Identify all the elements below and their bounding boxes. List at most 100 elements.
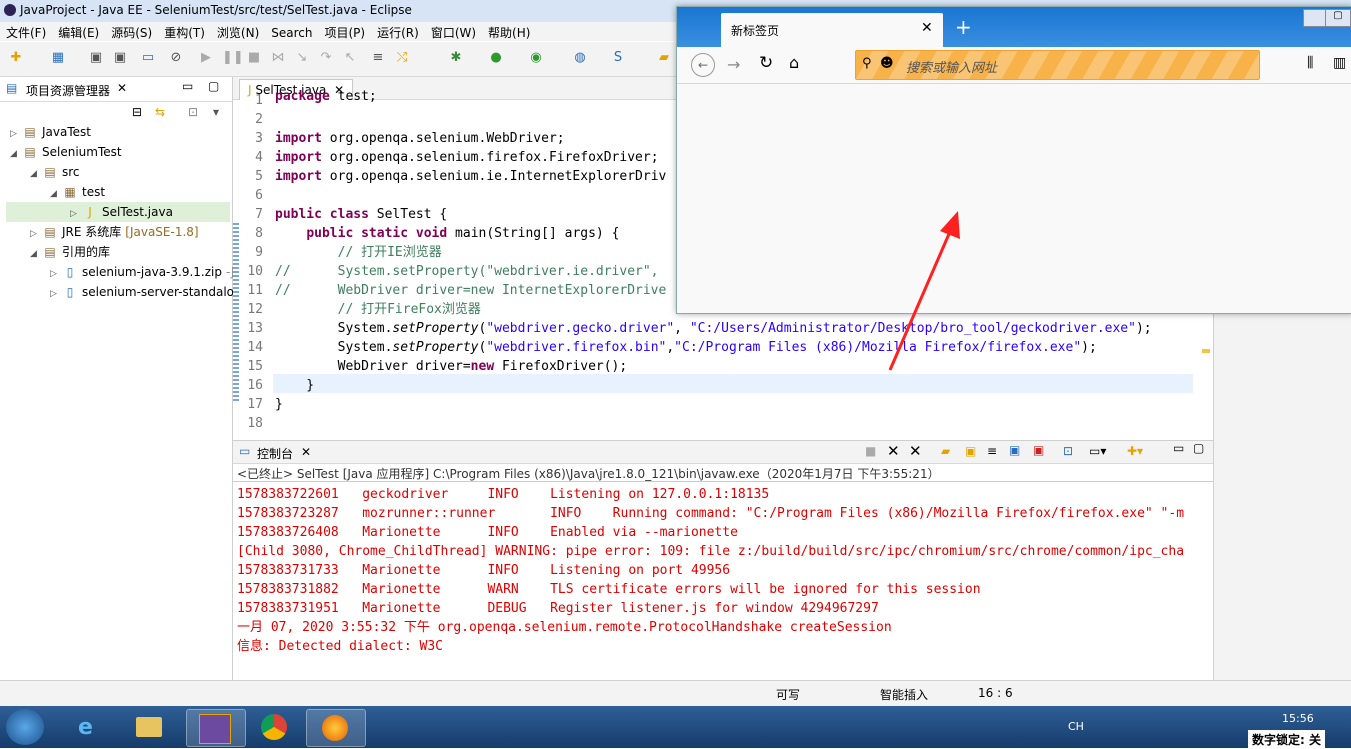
disconnect-icon[interactable]: ⋈ xyxy=(270,50,286,66)
search-s-icon[interactable]: S xyxy=(610,50,626,66)
menu-item[interactable]: 项目(P) xyxy=(319,22,372,43)
tree-item[interactable]: ◢ ▤ SeleniumTest xyxy=(6,142,230,162)
collapse-all-icon[interactable]: ⊟ xyxy=(132,105,142,119)
minimize-icon[interactable]: ▭ xyxy=(182,79,193,93)
remove-launch-icon[interactable]: ✕ xyxy=(887,442,900,460)
reload-icon[interactable]: ↻ xyxy=(759,53,773,73)
clock[interactable]: 15:56 xyxy=(1282,712,1314,725)
scroll-lock-icon[interactable]: ▣ xyxy=(965,444,976,458)
shuffle-icon[interactable]: ⤭ xyxy=(394,50,410,66)
expand-arrow-icon[interactable]: ◢ xyxy=(50,184,62,204)
code-line[interactable]: public static void main(String[] args) { xyxy=(275,224,619,243)
code-line[interactable]: package test; xyxy=(275,87,377,106)
close-icon[interactable]: ✕ xyxy=(117,81,127,95)
back-icon[interactable]: ← xyxy=(691,53,715,77)
minimize-window-button[interactable] xyxy=(1303,9,1327,27)
focus-icon[interactable]: ⊡ xyxy=(188,105,198,119)
show-stdout-icon[interactable]: ▣ xyxy=(1009,443,1020,457)
expand-arrow-icon[interactable]: ▷ xyxy=(70,204,82,224)
step-over-icon[interactable]: ↷ xyxy=(318,50,334,66)
maximize-icon[interactable]: ▢ xyxy=(1193,441,1204,455)
menu-item[interactable]: 文件(F) xyxy=(0,22,52,43)
pin-console-icon[interactable]: ⊡ xyxy=(1063,444,1073,458)
code-line[interactable]: System.setProperty("webdriver.gecko.driv… xyxy=(275,319,1152,338)
tree-item[interactable]: ▷ ▯ selenium-server-standalo xyxy=(6,282,234,304)
new-wizard-icon[interactable]: ▦ xyxy=(50,50,66,66)
menu-item[interactable]: 浏览(N) xyxy=(211,22,265,43)
code-line[interactable]: // 打开IE浏览器 xyxy=(275,243,442,262)
sidebar-icon[interactable]: ▥ xyxy=(1333,55,1346,71)
list-icon[interactable]: ≡ xyxy=(370,50,386,66)
code-line[interactable]: import org.openqa.selenium.firefox.Firef… xyxy=(275,148,659,167)
save-all-icon[interactable]: ▣ xyxy=(112,50,128,66)
expand-arrow-icon[interactable]: ◢ xyxy=(10,144,22,164)
expand-arrow-icon[interactable]: ◢ xyxy=(30,244,42,264)
terminate-icon[interactable]: ■ xyxy=(865,444,876,458)
tree-item[interactable]: ▷ J SelTest.java xyxy=(6,202,230,222)
close-icon[interactable]: ✕ xyxy=(301,445,311,459)
code-line[interactable]: System.setProperty("webdriver.firefox.bi… xyxy=(275,338,1097,357)
expand-arrow-icon[interactable]: ▷ xyxy=(10,124,22,144)
task-explorer[interactable] xyxy=(120,709,178,745)
task-chrome[interactable] xyxy=(246,709,304,745)
expand-arrow-icon[interactable]: ▷ xyxy=(30,224,42,244)
code-line[interactable]: } xyxy=(275,376,314,395)
tree-item[interactable]: ◢ ▦ test xyxy=(6,182,230,202)
tree-item[interactable]: ▷ ▤ JRE 系统库 [JavaSE-1.8] xyxy=(6,222,230,242)
menu-item[interactable]: 运行(R) xyxy=(371,22,425,43)
coverage-icon[interactable]: ◉ xyxy=(528,50,544,66)
task-ie[interactable]: e xyxy=(60,709,118,745)
display-console-icon[interactable]: ▭▾ xyxy=(1089,444,1106,458)
maximize-icon[interactable]: ▢ xyxy=(208,79,219,93)
web-browser-icon[interactable]: ◍ xyxy=(572,50,588,66)
menu-item[interactable]: 源码(S) xyxy=(105,22,158,43)
save-icon[interactable]: ▣ xyxy=(88,50,104,66)
skip-breakpoints-icon[interactable]: ⊘ xyxy=(168,50,184,66)
tree-item[interactable]: ◢ ▤ 引用的库 xyxy=(6,242,230,262)
expand-arrow-icon[interactable]: ▷ xyxy=(50,264,62,284)
step-return-icon[interactable]: ↖ xyxy=(342,50,358,66)
menu-item[interactable]: 编辑(E) xyxy=(52,22,105,43)
new-icon[interactable]: ✚ xyxy=(8,50,24,66)
word-wrap-icon[interactable]: ≡ xyxy=(987,444,997,458)
home-icon[interactable]: ⌂ xyxy=(789,53,799,72)
start-button[interactable] xyxy=(6,709,44,745)
step-into-icon[interactable]: ↘ xyxy=(294,50,310,66)
suspend-icon[interactable]: ❚❚ xyxy=(222,50,244,66)
server-icon[interactable]: ▭ xyxy=(140,50,156,66)
code-line[interactable]: } xyxy=(275,395,283,414)
remove-all-icon[interactable]: ✕ xyxy=(909,442,922,460)
tree-item[interactable]: ◢ ▤ src xyxy=(6,162,230,182)
new-tab-icon[interactable]: + xyxy=(955,15,972,39)
url-bar[interactable]: ⚲ ☻ 搜索或输入网址 xyxy=(855,50,1260,80)
code-line[interactable]: public class SelTest { xyxy=(275,205,447,224)
resume-icon[interactable]: ▶ xyxy=(198,50,214,66)
expand-arrow-icon[interactable]: ▷ xyxy=(50,284,62,304)
minimize-icon[interactable]: ▭ xyxy=(1173,441,1184,455)
code-line[interactable]: WebDriver driver=new FirefoxDriver(); xyxy=(275,357,628,376)
menu-item[interactable]: 窗口(W) xyxy=(425,22,482,43)
language-indicator[interactable]: CH xyxy=(1068,720,1084,733)
task-firefox[interactable] xyxy=(306,709,366,747)
menu-item[interactable]: Search xyxy=(265,24,318,42)
code-line[interactable]: import org.openqa.selenium.WebDriver; xyxy=(275,129,565,148)
debug-icon[interactable]: ✱ xyxy=(448,50,464,66)
code-line[interactable]: // WebDriver driver=new InternetExplorer… xyxy=(275,281,666,300)
forward-icon[interactable]: → xyxy=(727,55,740,74)
code-line[interactable]: // System.setProperty("webdriver.ie.driv… xyxy=(275,262,659,281)
tab-new-tab[interactable]: 新标签页 ✕ xyxy=(721,13,943,47)
new-console-icon[interactable]: ✚▾ xyxy=(1127,444,1143,458)
tree-item[interactable]: ▷ ▤ JavaTest xyxy=(6,122,230,142)
show-stderr-icon[interactable]: ▣ xyxy=(1033,443,1044,457)
clear-console-icon[interactable]: ▰ xyxy=(941,444,950,458)
view-menu-icon[interactable]: ▾ xyxy=(213,105,219,119)
menu-item[interactable]: 帮助(H) xyxy=(482,22,536,43)
code-line[interactable]: // 打开FireFox浏览器 xyxy=(275,300,481,319)
open-folder-icon[interactable]: ▰ xyxy=(656,50,672,66)
code-line[interactable]: import org.openqa.selenium.ie.InternetEx… xyxy=(275,167,666,186)
menu-item[interactable]: 重构(T) xyxy=(158,22,211,43)
tree-item[interactable]: ▷▯selenium-java-3.9.1.zip-Ja xyxy=(6,262,242,284)
terminate-icon[interactable]: ■ xyxy=(246,50,262,66)
expand-arrow-icon[interactable]: ◢ xyxy=(30,164,42,184)
run-icon[interactable]: ● xyxy=(488,50,504,66)
